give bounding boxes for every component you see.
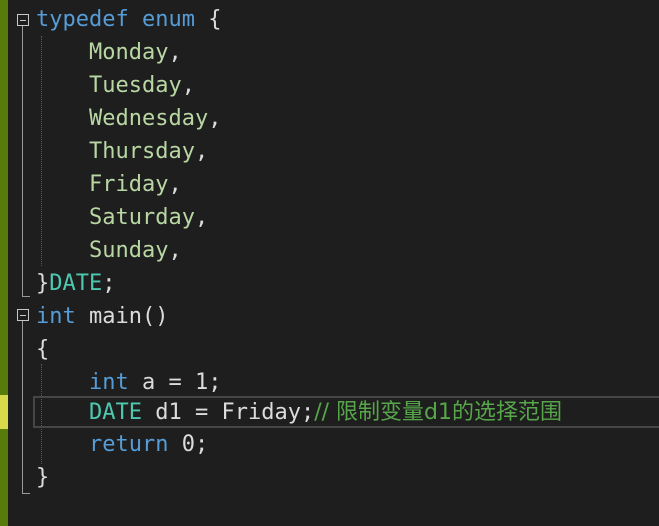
code-line[interactable]: Friday, [36,168,182,201]
keyword-int: int [36,304,76,329]
enum-member: Wednesday [88,106,209,131]
brace-open: { [208,7,222,32]
brace-close: } [36,271,50,296]
comma: , [168,172,182,197]
fold-region-line [22,321,23,493]
collapse-main-icon[interactable] [17,309,29,321]
code-line[interactable]: } [36,461,49,494]
number-literal: 0 [181,432,195,457]
fold-region-end [22,296,30,297]
editor-margin [8,0,12,526]
code-line-current[interactable]: DATE d1 = Friday;// 限制变量d1的选择范围 [36,396,562,429]
comma: , [168,238,182,263]
comma: , [168,40,182,65]
equals: = [194,400,209,425]
code-line[interactable]: int a = 1; [36,366,222,399]
keyword-enum: enum [141,7,195,32]
code-line[interactable]: Monday, [36,36,182,69]
comma: , [181,73,195,98]
parens: () [141,304,169,329]
type-name: DATE [88,400,142,425]
comma: , [194,139,209,164]
semicolon: ; [208,370,222,395]
enum-member: Thursday [88,139,195,164]
equals: = [168,370,182,395]
function-name: main [89,304,142,329]
number-literal: 1 [194,370,209,395]
code-line[interactable]: Sunday, [36,234,182,267]
code-line[interactable]: { [36,333,49,366]
enum-member: Monday [88,40,169,65]
variable-a: a [141,370,156,395]
change-tracking-active-marker [0,395,8,429]
code-line[interactable]: Tuesday, [36,69,195,102]
change-tracking-bar [0,0,8,526]
code-line[interactable]: }DATE; [36,267,115,300]
keyword-int: int [88,370,129,395]
enum-member: Friday [88,172,169,197]
enum-member: Sunday [88,238,169,263]
code-line[interactable]: int main() [36,300,168,333]
semicolon: ; [194,432,209,457]
fold-region-end [22,493,30,494]
code-line[interactable]: return 0; [36,428,208,461]
enum-member: Tuesday [88,73,182,98]
code-line[interactable]: Saturday, [36,201,208,234]
semicolon: ; [102,271,116,296]
code-line[interactable]: Thursday, [36,135,208,168]
fold-region-line [22,26,23,296]
comma: , [194,205,209,230]
brace-open: { [36,337,50,362]
code-comment: // 限制变量d1的选择范围 [314,400,562,425]
variable-d1: d1 [155,400,182,425]
collapse-enum-icon[interactable] [17,14,29,26]
code-line[interactable]: typedef enum { [36,3,221,36]
keyword-return: return [88,432,169,457]
semicolon: ; [300,400,315,425]
keyword-typedef: typedef [36,7,129,32]
enum-value: Friday [221,400,301,425]
code-line[interactable]: Wednesday, [36,102,221,135]
enum-member: Saturday [88,205,195,230]
brace-close: } [36,465,50,490]
comma: , [208,106,222,131]
type-name: DATE [49,271,103,296]
code-editor[interactable]: typedef enum { Monday, Tuesday, Wednesda… [0,0,659,526]
